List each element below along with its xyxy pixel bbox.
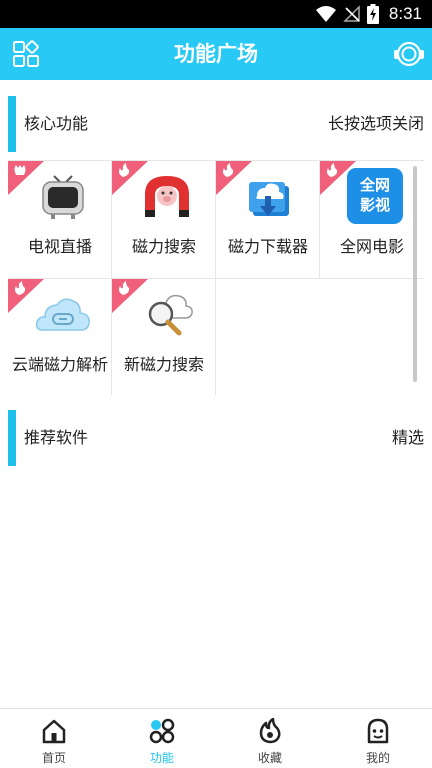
- cloud-magnet-icon: [35, 298, 90, 331]
- feature-grid-icon: [149, 718, 175, 744]
- long-press-close-hint[interactable]: 长按选项关闭: [328, 96, 424, 152]
- home-icon: [42, 719, 66, 744]
- feature-cloud-magnet-parse[interactable]: 云端磁力解析: [8, 279, 112, 396]
- customer-service-headset-icon[interactable]: [392, 37, 426, 71]
- nav-label: 我的: [365, 751, 390, 765]
- bottom-nav: 首页 功能 收藏 我的: [0, 708, 432, 768]
- no-signal-icon: [343, 5, 360, 22]
- feature-magnet-downloader[interactable]: 磁力下载器: [216, 161, 320, 278]
- all-net-video-icon: 全网 影视: [347, 168, 403, 224]
- featured-filter-link[interactable]: 精选: [392, 410, 424, 466]
- feature-all-net-movies[interactable]: 全网 影视 全网电影: [320, 161, 424, 278]
- status-time: 8:31: [388, 4, 422, 23]
- recommend-section-title: 推荐软件: [24, 428, 89, 447]
- status-bar: 8:31: [0, 0, 432, 28]
- wifi-icon: [315, 6, 336, 22]
- nav-item-home[interactable]: 首页: [0, 709, 108, 768]
- section-accent-bar: [8, 410, 16, 466]
- icon-text-line: 影视: [359, 196, 390, 214]
- flame-icon: [259, 718, 281, 744]
- nav-item-features[interactable]: 功能: [108, 709, 216, 768]
- profile-icon: [367, 718, 389, 744]
- cloud-download-icon: [249, 182, 289, 216]
- feature-new-magnet-search[interactable]: 新磁力搜索: [112, 279, 216, 396]
- cloud-search-icon: [148, 294, 193, 336]
- feature-label: 全网电影: [339, 237, 404, 256]
- nav-item-favorites[interactable]: 收藏: [216, 709, 324, 768]
- grid-scrollbar[interactable]: [413, 166, 417, 382]
- nav-label: 首页: [41, 751, 66, 765]
- feature-label: 云端磁力解析: [11, 355, 108, 374]
- feature-tv-live[interactable]: 电视直播: [8, 161, 112, 278]
- status-icons: 8:31: [315, 3, 422, 25]
- tv-icon: [42, 175, 84, 219]
- section-accent-bar: [8, 96, 16, 152]
- icon-text-line: 全网: [359, 176, 390, 194]
- magnet-pig-icon: [145, 176, 189, 217]
- page-title: 功能广场: [174, 42, 258, 66]
- feature-label: 电视直播: [27, 237, 92, 256]
- feature-magnet-search[interactable]: 磁力搜索: [112, 161, 216, 278]
- feature-label: 磁力下载器: [227, 237, 308, 256]
- battery-charging-icon: [366, 4, 379, 24]
- recommend-section-header: 推荐软件 精选: [0, 410, 432, 466]
- nav-label: 收藏: [257, 751, 282, 765]
- feature-label: 磁力搜索: [131, 237, 196, 256]
- feature-grid: 电视直播 磁力搜索 磁力下载器 全网 影视 全网电影 云端磁力解析 新磁力搜索: [8, 160, 424, 395]
- core-section-header: 核心功能 长按选项关闭: [0, 96, 432, 152]
- feature-label: 新磁力搜索: [123, 355, 204, 374]
- core-section-title: 核心功能: [24, 114, 89, 133]
- app-header: 功能广场: [0, 28, 432, 80]
- nav-item-profile[interactable]: 我的: [324, 709, 432, 768]
- nav-label: 功能: [149, 751, 174, 765]
